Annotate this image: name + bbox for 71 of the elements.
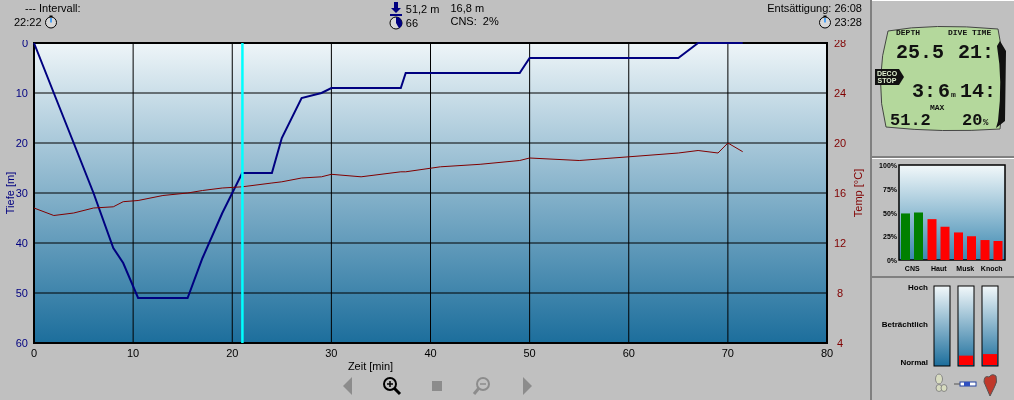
temp-tick-label: 12 — [833, 237, 847, 249]
y-tick-label: 10 — [15, 87, 28, 99]
bar — [993, 241, 1003, 260]
y-tick-label: 60 — [15, 337, 28, 349]
bar — [980, 240, 990, 260]
max-depth: 51,2 m — [405, 2, 440, 16]
x-axis-title: Zeit [min] — [347, 360, 394, 372]
max-label: MAX — [930, 103, 945, 112]
bar — [914, 212, 923, 260]
y-axis-title: Tiefe [m] — [4, 171, 16, 215]
x-tick-label: 20 — [226, 347, 239, 359]
temp-tick-label: 28 — [833, 40, 847, 49]
bar — [940, 226, 950, 260]
temp-tick-label: 16 — [833, 187, 847, 199]
temp-tick-label: 24 — [833, 87, 847, 99]
time-marker[interactable] — [241, 43, 244, 343]
x-tick-label: 40 — [424, 347, 437, 359]
syringe-icon — [953, 381, 977, 387]
dive-time-label: DIVE TIME — [948, 28, 992, 37]
temp-tick-label: 8 — [836, 287, 844, 299]
x-tick-label: 50 — [523, 347, 536, 359]
gauge-fill — [959, 355, 973, 365]
desaturation-time: Entsättigung: 26:08 — [767, 2, 862, 15]
y-tick-label: 20 — [15, 137, 28, 149]
clock-icon — [44, 15, 59, 29]
y-tick-label: 30 — [15, 187, 28, 199]
clock-icon — [817, 15, 832, 29]
cns-value: CNS: 2% — [450, 15, 499, 28]
x-tick-label: 60 — [622, 347, 635, 359]
bar — [954, 232, 963, 260]
temperature-reading: 14: — [960, 80, 996, 103]
zoom-in-button[interactable] — [381, 375, 403, 397]
oxygen-reading: 20 — [962, 111, 983, 130]
right-triangle-icon — [522, 377, 532, 395]
x-tick-label: 10 — [127, 347, 140, 359]
percent-unit: % — [983, 118, 989, 128]
temp-axis-title: Temp [°C] — [852, 168, 864, 218]
x-tick-label: 80 — [820, 347, 834, 359]
interval-label: --- Intervall: — [25, 2, 81, 14]
gauge-fill — [983, 354, 997, 365]
lungs-icon — [935, 373, 948, 392]
interval-time: 22:22 — [14, 15, 42, 29]
heart-icon — [983, 374, 998, 397]
x-tick-label: 30 — [325, 347, 338, 359]
dive-time: 66 — [405, 16, 419, 30]
deco-stop-depth: 6 — [938, 80, 950, 103]
y-tick-label: 40 — [15, 237, 28, 249]
deco-stop-time: 3: — [912, 80, 936, 103]
depth-unit: m — [951, 90, 956, 99]
end-time: 23:28 — [834, 15, 862, 29]
depth-label: DEPTH — [896, 28, 920, 37]
bar — [967, 236, 976, 260]
temp-tick-label: 20 — [833, 137, 847, 149]
y-tick-label: 0 — [21, 40, 28, 49]
pie-icon — [389, 16, 404, 30]
temp-tick-label: 4 — [836, 337, 844, 349]
x-tick-label: 0 — [30, 347, 38, 359]
bar — [927, 219, 937, 260]
left-triangle-icon — [342, 377, 352, 395]
y-tick-label: 50 — [15, 287, 28, 299]
max-depth-reading: 51.2 — [890, 111, 931, 130]
gauge-level-label: Beträchtlich — [881, 320, 928, 329]
dive-time-reading: 21: — [958, 41, 994, 64]
bar — [901, 213, 910, 260]
avg-depth: 16,8 m — [450, 2, 486, 15]
zoom-out-icon — [471, 375, 493, 397]
x-tick-label: 70 — [721, 347, 734, 359]
gauge-level-label: Normal — [900, 358, 928, 367]
gauge-level-label: Hoch — [908, 283, 928, 292]
zoom-in-icon — [381, 375, 403, 397]
depth-reading: 25.5 — [896, 41, 944, 64]
